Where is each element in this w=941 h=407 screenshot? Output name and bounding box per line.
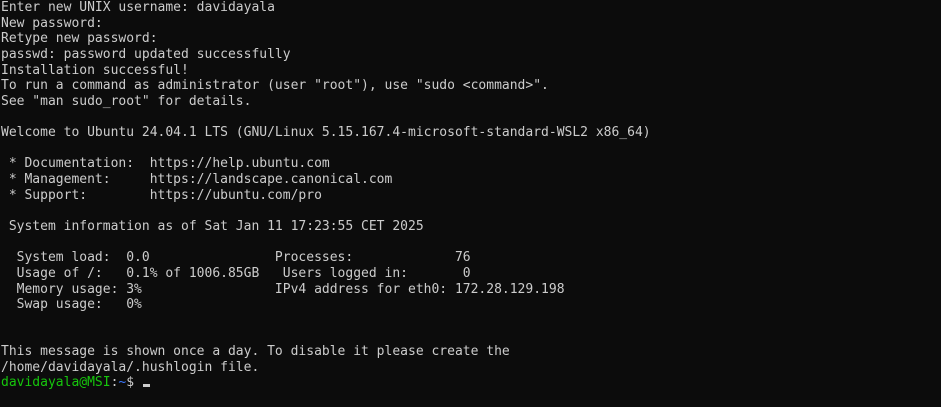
terminal-window[interactable]: Enter new UNIX username: davidayala New … bbox=[0, 0, 941, 407]
command-prompt[interactable]: davidayala@MSI:~$ bbox=[1, 375, 941, 391]
text-cursor[interactable] bbox=[142, 384, 150, 388]
output-line-blank bbox=[1, 141, 941, 157]
output-line-man-sudo: See "man sudo_root" for details. bbox=[1, 93, 252, 109]
output-line-system-info-header: System information as of Sat Jan 11 17:2… bbox=[1, 218, 424, 234]
output-line-blank bbox=[1, 313, 941, 329]
prompt-user-host: davidayala@MSI bbox=[1, 375, 111, 391]
output-line-blank bbox=[1, 203, 941, 219]
output-line-disk-usage: Usage of /: 0.1% of 1006.85GB Users logg… bbox=[1, 265, 471, 281]
output-line-hushlogin-notice: This message is shown once a day. To dis… bbox=[1, 344, 510, 360]
output-line-sudo-hint: To run a command as administrator (user … bbox=[1, 78, 549, 94]
output-line-memory-usage: Memory usage: 3% IPv4 address for eth0: … bbox=[1, 281, 565, 297]
output-line-retype-password: Retype new password: bbox=[1, 31, 158, 47]
output-line-blank bbox=[1, 109, 941, 125]
output-line-blank bbox=[1, 328, 941, 344]
output-line-install-success: Installation successful! bbox=[1, 62, 189, 78]
output-line-hushlogin-path: /home/davidayala/.hushlogin file. bbox=[1, 359, 260, 375]
output-line-swap-usage: Swap usage: 0% bbox=[1, 297, 142, 313]
prompt-symbol: $ bbox=[126, 375, 142, 391]
output-line-new-password: New password: bbox=[1, 15, 103, 31]
output-line-management: * Management: https://landscape.canonica… bbox=[1, 172, 393, 188]
output-line-blank bbox=[1, 235, 941, 251]
output-line-passwd-updated: passwd: password updated successfully bbox=[1, 46, 291, 62]
output-line-documentation: * Documentation: https://help.ubuntu.com bbox=[1, 156, 330, 172]
output-line-welcome: Welcome to Ubuntu 24.04.1 LTS (GNU/Linux… bbox=[1, 125, 651, 141]
output-line-support: * Support: https://ubuntu.com/pro bbox=[1, 187, 322, 203]
output-line-username: Enter new UNIX username: davidayala bbox=[1, 0, 275, 15]
output-line-system-load: System load: 0.0 Processes: 76 bbox=[1, 250, 471, 266]
